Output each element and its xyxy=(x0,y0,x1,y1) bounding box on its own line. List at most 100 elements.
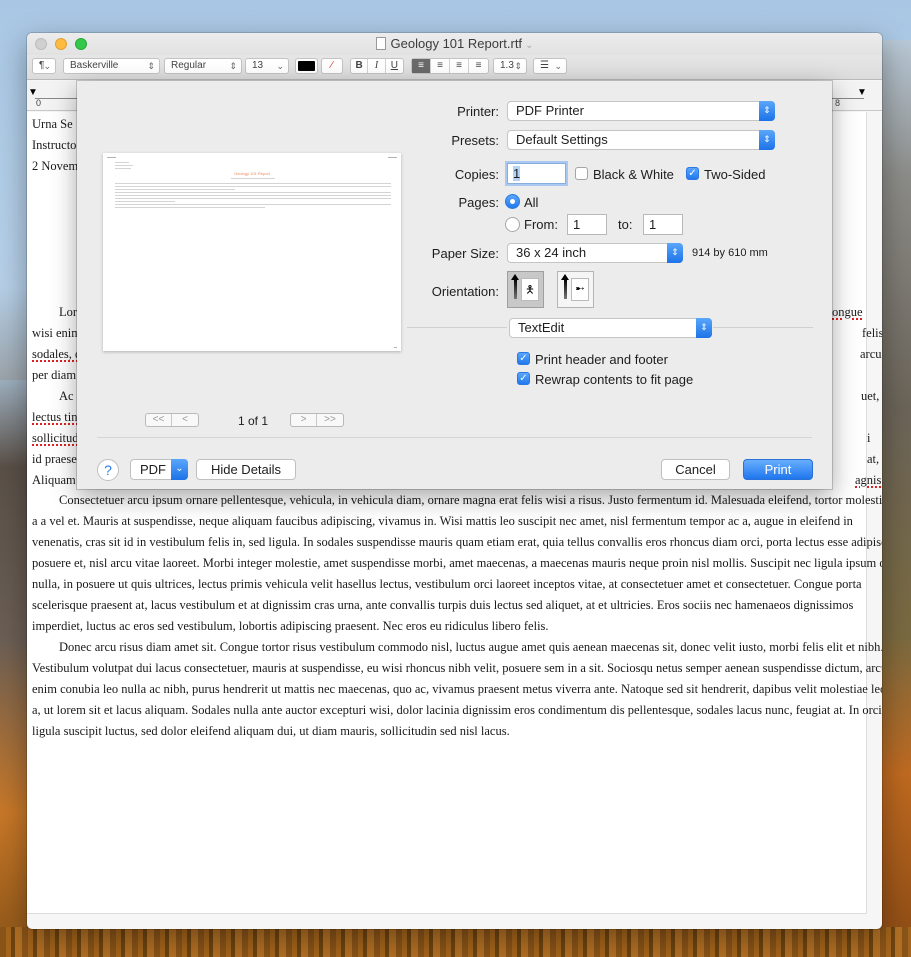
printer-value: PDF Printer xyxy=(516,103,584,118)
preview-line xyxy=(115,207,265,208)
copies-label: Copies: xyxy=(454,167,499,182)
two-sided-label[interactable]: Two-Sided xyxy=(704,167,765,182)
font-style-popup[interactable]: Regular ⇕ xyxy=(164,58,242,74)
hide-details-button[interactable]: Hide Details xyxy=(196,459,296,480)
black-white-checkbox[interactable] xyxy=(575,167,588,180)
left-margin-marker[interactable]: ▼ xyxy=(28,87,38,98)
updown-icon: ⇕ xyxy=(514,61,522,71)
presets-label: Presets: xyxy=(451,133,499,148)
bold-button[interactable]: B xyxy=(351,59,369,73)
window-title[interactable]: Geology 101 Report.rtf ⌄ xyxy=(27,36,882,51)
landscape-person-icon: ➸ xyxy=(571,278,589,301)
cancel-button[interactable]: Cancel xyxy=(661,459,730,480)
updown-icon: ⇕ xyxy=(667,243,683,263)
print-button[interactable]: Print xyxy=(743,459,813,480)
preview-line xyxy=(115,201,175,202)
text-line: a, ut lorem sit et lacus aliquam. Sodale… xyxy=(32,703,882,717)
app-options-popup[interactable]: TextEdit ⇕ xyxy=(509,318,712,338)
text-line: venenatis, cras sit id in vestibulum fel… xyxy=(32,535,882,549)
copies-field[interactable]: 1 xyxy=(507,163,566,184)
underline-button[interactable]: U xyxy=(386,59,403,73)
preview-footer: ▬ xyxy=(394,345,397,349)
pager-forward: > >> xyxy=(290,413,344,427)
checkmark-icon: ✓ xyxy=(688,168,697,179)
orientation-landscape-button[interactable]: ➸ xyxy=(557,271,594,308)
copies-value: 1 xyxy=(513,166,521,181)
text-line: Vestibulum volutpat dui lacus consectetu… xyxy=(32,661,882,675)
rewrap-label[interactable]: Rewrap contents to fit page xyxy=(535,372,693,387)
text-line: posuere et, nisl arcu vitae laoreet. Mor… xyxy=(32,556,882,570)
pdf-label: PDF xyxy=(140,462,166,477)
printer-popup[interactable]: PDF Printer ⇕ xyxy=(507,101,775,121)
align-left-button[interactable]: ≡ xyxy=(412,59,431,73)
preview-line xyxy=(115,165,133,166)
pages-to-field[interactable]: 1 xyxy=(643,214,683,235)
text-line: uet, xyxy=(861,389,880,403)
up-arrow-icon xyxy=(511,274,519,299)
paragraph-1-right: ongue felis arcu uet, i at, agnis. xyxy=(832,302,882,491)
paragraph-3: Consectetuer arcu ipsum ornare pellentes… xyxy=(32,490,882,637)
alignment-segment: ≡ ≡ ≡ ≡ xyxy=(411,58,489,74)
orientation-portrait-button[interactable]: 🯅 xyxy=(507,271,544,308)
black-white-label[interactable]: Black & White xyxy=(593,167,674,182)
format-toolbar: ¶ ⌄ Baskerville ⇕ Regular ⇕ 13 ⌄ ⁄ B I U ≡ ≡… xyxy=(27,55,882,80)
paper-size-mm: 914 by 610 mm xyxy=(692,247,768,259)
preview-line xyxy=(115,198,391,199)
paper-size-value: 36 x 24 inch xyxy=(516,245,587,260)
paragraph-style-popup[interactable]: ¶ ⌄ xyxy=(32,58,56,74)
line-spacing-popup[interactable]: 1.3 ⇕ xyxy=(493,58,527,74)
title-chevron-icon[interactable]: ⌄ xyxy=(525,40,533,51)
ruler-label-start: 0 xyxy=(36,98,42,108)
font-style-value: Regular xyxy=(171,60,207,71)
previous-page-button[interactable]: < xyxy=(172,414,198,426)
pages-all-radio[interactable] xyxy=(505,194,520,209)
pages-from-label[interactable]: From: xyxy=(524,217,558,232)
text-line: ligula suscipit luctus, sed dolor eleife… xyxy=(32,724,510,738)
text-color-well[interactable] xyxy=(295,58,318,74)
list-style-popup[interactable]: ☰ ⌄ xyxy=(533,58,567,74)
list-icon: ☰ xyxy=(540,60,549,71)
text-color-swatch xyxy=(298,61,315,71)
printer-label: Printer: xyxy=(457,104,499,119)
pdf-menu-button[interactable]: PDF ⌄ xyxy=(130,459,188,480)
presets-popup[interactable]: Default Settings ⇕ xyxy=(507,130,775,150)
preview-line xyxy=(115,195,391,196)
title-bar[interactable]: Geology 101 Report.rtf ⌄ xyxy=(27,33,882,55)
header-line-date: 2 Novem xyxy=(32,159,79,173)
preview-line xyxy=(115,162,129,163)
chevron-down-icon: ⌄ xyxy=(276,61,284,71)
print-header-footer-label[interactable]: Print header and footer xyxy=(535,352,668,367)
font-size-value: 13 xyxy=(252,60,264,71)
italic-button[interactable]: I xyxy=(368,59,386,73)
font-size-combo[interactable]: 13 ⌄ xyxy=(245,58,289,74)
footer-divider xyxy=(97,437,812,438)
pages-to-value: 1 xyxy=(649,217,657,232)
paper-size-popup[interactable]: 36 x 24 inch ⇕ xyxy=(507,243,683,263)
print-header-footer-checkbox[interactable]: ✓ xyxy=(517,352,530,365)
preview-line xyxy=(115,168,131,169)
align-right-button[interactable]: ≡ xyxy=(450,59,469,73)
right-margin-marker[interactable]: ▼ xyxy=(857,87,867,98)
align-justify-button[interactable]: ≡ xyxy=(469,59,488,73)
presets-value: Default Settings xyxy=(516,132,608,147)
text-line: imperdiet, luctus ac eros sed vestibulum… xyxy=(32,619,549,633)
font-family-popup[interactable]: Baskerville ⇕ xyxy=(63,58,160,74)
preview-line xyxy=(115,204,391,205)
two-sided-checkbox[interactable]: ✓ xyxy=(686,167,699,180)
app-options-value: TextEdit xyxy=(518,320,565,335)
background-color-well[interactable]: ⁄ xyxy=(321,58,343,74)
pages-from-radio[interactable] xyxy=(505,217,520,232)
orientation-label: Orientation: xyxy=(431,284,499,299)
help-button[interactable]: ? xyxy=(97,459,119,481)
first-page-button[interactable]: << xyxy=(146,414,172,426)
next-page-button[interactable]: > xyxy=(291,414,317,426)
last-page-button[interactable]: >> xyxy=(317,414,343,426)
pages-from-field[interactable]: 1 xyxy=(567,214,607,235)
header-line-instructor: Instructo xyxy=(32,138,77,152)
text-line: agnis. xyxy=(855,473,882,487)
align-center-button[interactable]: ≡ xyxy=(431,59,450,73)
pages-all-label[interactable]: All xyxy=(524,195,538,210)
text-line: scelerisque praesent at, lacus vestibulu… xyxy=(32,598,854,612)
rewrap-checkbox[interactable]: ✓ xyxy=(517,372,530,385)
updown-icon: ⇕ xyxy=(759,101,775,121)
